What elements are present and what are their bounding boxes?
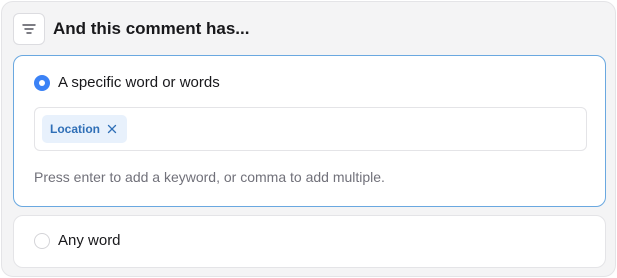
panel-title: And this comment has... bbox=[53, 19, 250, 38]
keyword-chip: Location bbox=[42, 115, 127, 143]
keyword-chip-remove-button[interactable] bbox=[106, 123, 118, 135]
filter-button[interactable] bbox=[13, 13, 45, 45]
option-card-any-word[interactable]: Any word bbox=[13, 215, 606, 268]
panel-header: And this comment has... bbox=[13, 13, 249, 45]
comment-filter-panel: And this comment has... A specific word … bbox=[1, 1, 616, 277]
option-card-specific-words[interactable]: A specific word or words Location Press … bbox=[13, 55, 606, 207]
option-any-word[interactable]: Any word bbox=[34, 232, 121, 249]
radio-any-word[interactable] bbox=[34, 232, 50, 249]
close-icon bbox=[107, 124, 117, 134]
radio-specific-words[interactable] bbox=[34, 74, 50, 91]
option-specific-words[interactable]: A specific word or words bbox=[34, 74, 220, 91]
keyword-chip-label: Location bbox=[50, 122, 100, 136]
filter-lines-icon bbox=[22, 24, 36, 34]
keyword-input[interactable]: Location bbox=[34, 107, 587, 151]
option-label: A specific word or words bbox=[58, 74, 220, 91]
option-label: Any word bbox=[58, 232, 121, 249]
keyword-hint: Press enter to add a keyword, or comma t… bbox=[34, 169, 385, 185]
